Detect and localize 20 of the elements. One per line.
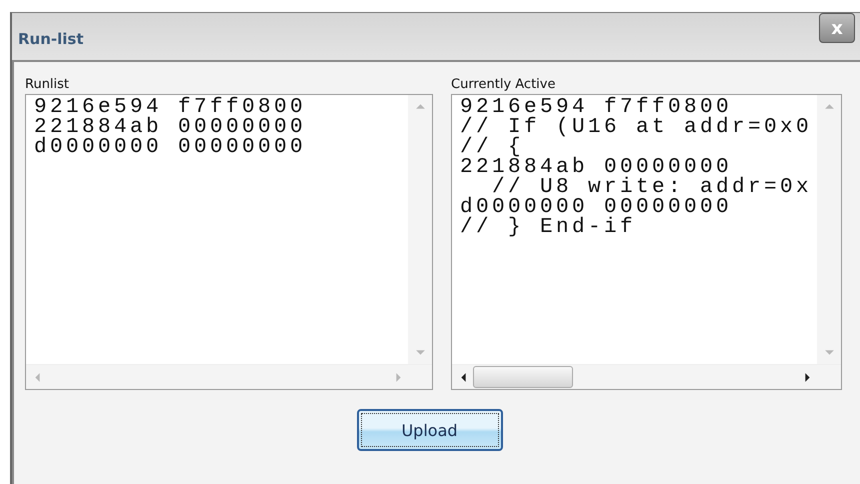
text-list[interactable]: 9216e594 f7ff0800 // If (U16 at addr=0x0 // { 221884ab 00000000 // U8 write: addr=0x d0000000 00000000 // } End-if: [451, 94, 842, 390]
list-line: d0000000 00000000: [460, 198, 734, 218]
list-label: Runlist: [25, 77, 70, 92]
list-line: 221884ab 00000000: [34, 118, 308, 138]
vertical-scrollbar[interactable]: [408, 95, 432, 364]
upload-button[interactable]: Upload: [356, 409, 502, 451]
list-label: Currently Active: [451, 77, 556, 92]
list-line: 221884ab 00000000: [460, 158, 732, 178]
list-line: 9216e594 f7ff0800: [34, 98, 308, 118]
list-line: 9216e594 f7ff0800: [460, 98, 732, 118]
list-line: // } End-if: [460, 218, 638, 238]
horizontal-scrollbar[interactable]: [452, 364, 841, 389]
list-line: // {: [460, 138, 524, 158]
scrollbar-thumb[interactable]: [473, 366, 573, 388]
list-line: // If (U16 at addr=0x0: [460, 118, 814, 138]
list-line: d0000000 00000000: [34, 138, 308, 158]
window-title: Run-list: [18, 30, 84, 48]
text-list[interactable]: 9216e594 f7ff0800 221884ab 00000000 d0000000 00000000: [25, 94, 433, 390]
vertical-scrollbar[interactable]: [817, 95, 841, 364]
list-line: // U8 write: addr=0x: [492, 178, 814, 198]
